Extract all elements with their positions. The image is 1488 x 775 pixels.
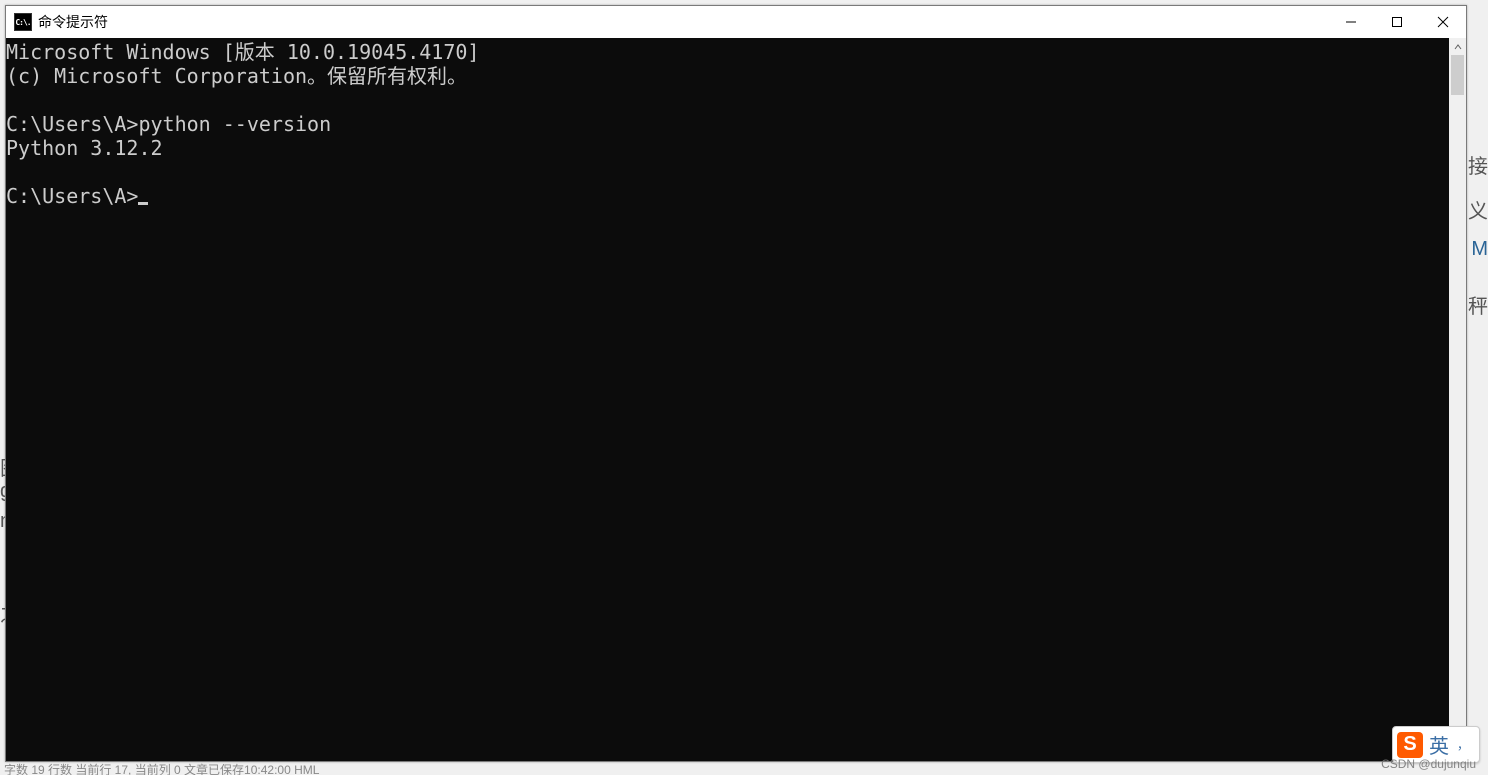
scroll-track[interactable] (1449, 55, 1466, 744)
editor-status-bar: 字数 19 行数 当前行 17, 当前列 0 文章已保存10:42:00 HML (0, 761, 1488, 775)
bg-char: 秤 (1468, 290, 1488, 319)
terminal-cursor (138, 202, 148, 205)
maximize-button[interactable] (1374, 6, 1420, 38)
csdn-watermark: CSDN @dujunqiu (1381, 757, 1476, 771)
cmd-app-icon: C:\. (14, 13, 32, 31)
bg-char: M (1471, 238, 1488, 261)
minimize-button[interactable] (1328, 6, 1374, 38)
scroll-thumb[interactable] (1451, 55, 1464, 95)
titlebar[interactable]: C:\. 命令提示符 (6, 6, 1466, 38)
command-prompt-window: C:\. 命令提示符 Microsoft Windows [版本 10.0.19… (5, 5, 1467, 762)
window-title: 命令提示符 (38, 12, 108, 32)
scroll-up-button[interactable] (1449, 38, 1466, 55)
close-icon (1437, 16, 1449, 28)
terminal-output[interactable]: Microsoft Windows [版本 10.0.19045.4170] (… (6, 38, 1449, 761)
minimize-icon (1345, 16, 1357, 28)
sogou-logo-icon: S (1397, 732, 1423, 758)
bg-char: 义 (1468, 195, 1488, 224)
close-button[interactable] (1420, 6, 1466, 38)
ime-sub-label: ， (1457, 736, 1469, 753)
ime-mode-label: 英 (1429, 730, 1449, 759)
chevron-up-icon (1454, 43, 1462, 51)
vertical-scrollbar[interactable] (1449, 38, 1466, 761)
bg-char: 接 (1468, 150, 1488, 179)
maximize-icon (1391, 16, 1403, 28)
